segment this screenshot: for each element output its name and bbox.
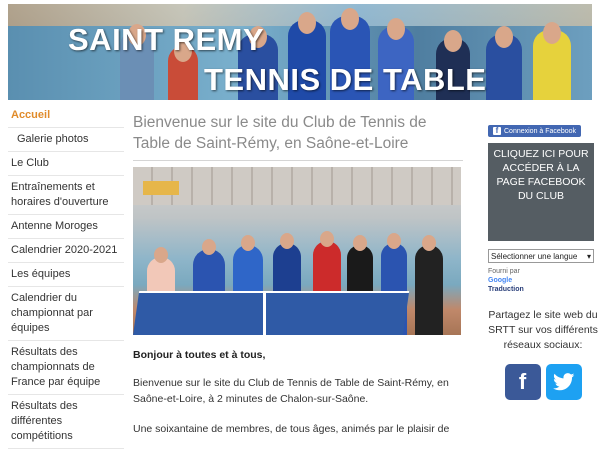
sidebar-item-resultats-france[interactable]: Résultats des championnats de France par…	[8, 341, 124, 395]
facebook-connect-button[interactable]: f Connexion à Facebook	[488, 125, 581, 137]
sidebar-item-resultats-competitions[interactable]: Résultats des différentes compétitions	[8, 395, 124, 449]
sidebar-nav: Accueil Galerie photos Le Club Entraînem…	[8, 104, 124, 449]
banner-player	[486, 26, 522, 100]
intro-paragraph: Bienvenue sur le site du Club de Tennis …	[133, 377, 449, 405]
twitter-icon	[552, 373, 574, 391]
facebook-connect-label: Connexion à Facebook	[504, 127, 576, 135]
photo-ceiling	[133, 167, 461, 205]
translate-link[interactable]: Traduction	[488, 285, 598, 294]
banner-player	[533, 22, 571, 100]
table-net	[263, 293, 266, 335]
right-sidebar: f Connexion à Facebook CLIQUEZ ICI POUR …	[488, 118, 598, 400]
sidebar-item-calendrier-championnat[interactable]: Calendrier du championnat par équipes	[8, 287, 124, 341]
social-buttons: f	[488, 364, 598, 400]
sidebar-item-antenne-moroges[interactable]: Antenne Moroges	[8, 215, 124, 239]
google-logo: Google	[488, 277, 513, 284]
header-banner: SAINT REMY TENNIS DE TABLE	[8, 4, 592, 100]
facebook-icon: f	[493, 127, 501, 135]
sidebar-item-entrainements[interactable]: Entraînements et horaires d'ouverture	[8, 176, 124, 215]
photo-banner-sign	[143, 181, 179, 195]
google-translate-attribution: Fourni par Google Traduction	[488, 267, 598, 294]
site-title-line2: TENNIS DE TABLE	[204, 62, 487, 97]
share-text: Partagez le site web du SRTT sur vos dif…	[488, 309, 598, 351]
facebook-share-button[interactable]: f	[504, 364, 541, 400]
chevron-down-icon: ▾	[586, 251, 591, 261]
title-divider	[133, 160, 463, 161]
greeting-text: Bonjour à toutes et à tous,	[133, 349, 266, 361]
team-photo	[133, 167, 461, 335]
powered-by-label: Fourni par	[488, 268, 520, 275]
twitter-share-button[interactable]	[545, 364, 582, 400]
language-select[interactable]: Sélectionner une langue ▾	[488, 249, 594, 263]
page-title: Bienvenue sur le site du Club de Tennis …	[133, 114, 427, 152]
facebook-page-link[interactable]: CLIQUEZ ICI POUR ACCÉDER À LA PAGE FACEB…	[488, 143, 594, 241]
language-select-value: Sélectionner une langue	[491, 251, 578, 261]
sidebar-item-calendrier[interactable]: Calendrier 2020-2021	[8, 239, 124, 263]
sidebar-item-le-club[interactable]: Le Club	[8, 152, 124, 176]
sidebar-item-galerie-photos[interactable]: Galerie photos	[8, 128, 124, 152]
site-title-line1: SAINT REMY	[68, 22, 265, 57]
ping-pong-table	[133, 291, 410, 335]
main-content: Bienvenue sur le site du Club de Tennis …	[133, 112, 463, 437]
facebook-icon: f	[518, 369, 527, 394]
members-paragraph: Une soixantaine de membres, de tous âges…	[133, 423, 450, 435]
sidebar-item-equipes[interactable]: Les équipes	[8, 263, 124, 287]
photo-person	[415, 235, 443, 335]
sidebar-item-accueil[interactable]: Accueil	[8, 104, 124, 128]
facebook-page-link-label: CLIQUEZ ICI POUR ACCÉDER À LA PAGE FACEB…	[493, 148, 589, 202]
